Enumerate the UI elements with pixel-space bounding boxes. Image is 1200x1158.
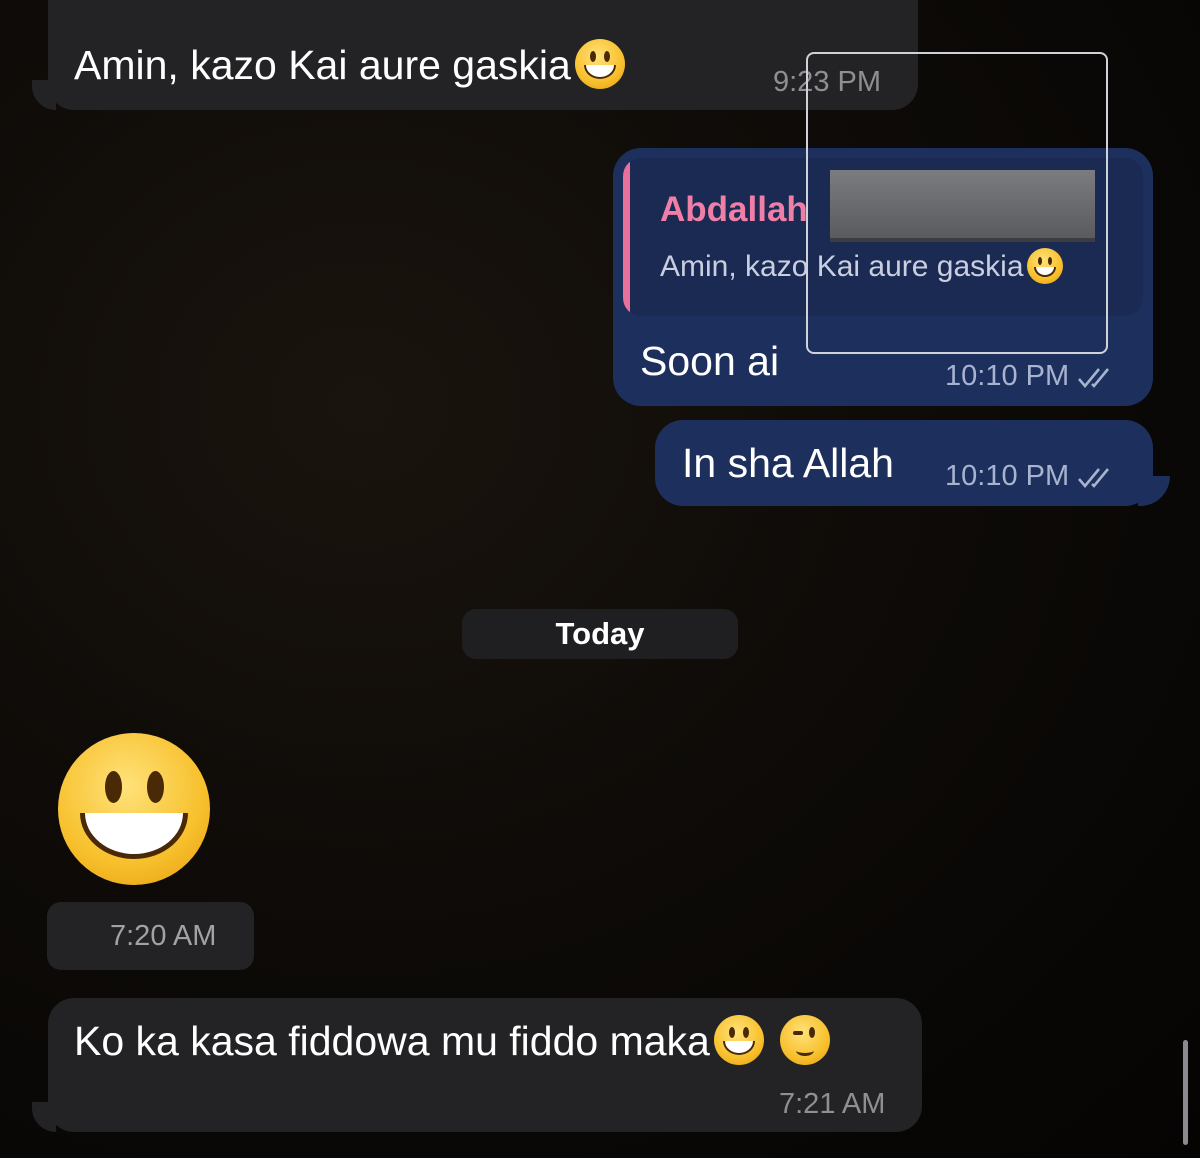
message-bubble-incoming[interactable]: Amin, kazo Kai aure gaskia 9:23 PM: [48, 0, 918, 110]
message-text: Ko ka kasa fiddowa mu fiddo maka: [74, 1015, 830, 1069]
message-text: In sha Allah: [682, 440, 894, 486]
reply-author: Abdallah: [660, 190, 808, 229]
bubble-tail: [32, 80, 56, 110]
message-timestamp: 7:21 AM: [779, 1088, 886, 1120]
selection-box: [806, 52, 1108, 354]
timestamp-pill: 7:20 AM: [47, 902, 254, 970]
grinning-face-emoji: [574, 39, 625, 90]
grinning-face-emoji-large[interactable]: [58, 733, 210, 885]
date-separator: Today: [462, 609, 738, 659]
message-bubble-incoming[interactable]: Ko ka kasa fiddowa mu fiddo maka 7:21 AM: [48, 998, 922, 1132]
message-text: Amin, kazo Kai aure gaskia: [74, 39, 625, 93]
message-bubble-outgoing[interactable]: In sha Allah 10:10 PM: [655, 420, 1153, 506]
bubble-tail: [32, 1102, 56, 1132]
bubble-tail: [1138, 476, 1170, 506]
winking-face-emoji: [779, 1015, 830, 1066]
grinning-face-emoji: [713, 1015, 764, 1066]
read-double-check-icon: [1078, 368, 1110, 389]
reply-accent-bar: [623, 158, 630, 316]
scrollbar[interactable]: [1183, 1040, 1188, 1145]
message-timestamp: 10:10 PM: [945, 460, 1119, 493]
message-text: Soon ai: [640, 338, 780, 384]
message-timestamp: 7:20 AM: [110, 920, 217, 952]
read-double-check-icon: [1078, 468, 1110, 489]
message-timestamp: 10:10 PM: [945, 360, 1119, 393]
